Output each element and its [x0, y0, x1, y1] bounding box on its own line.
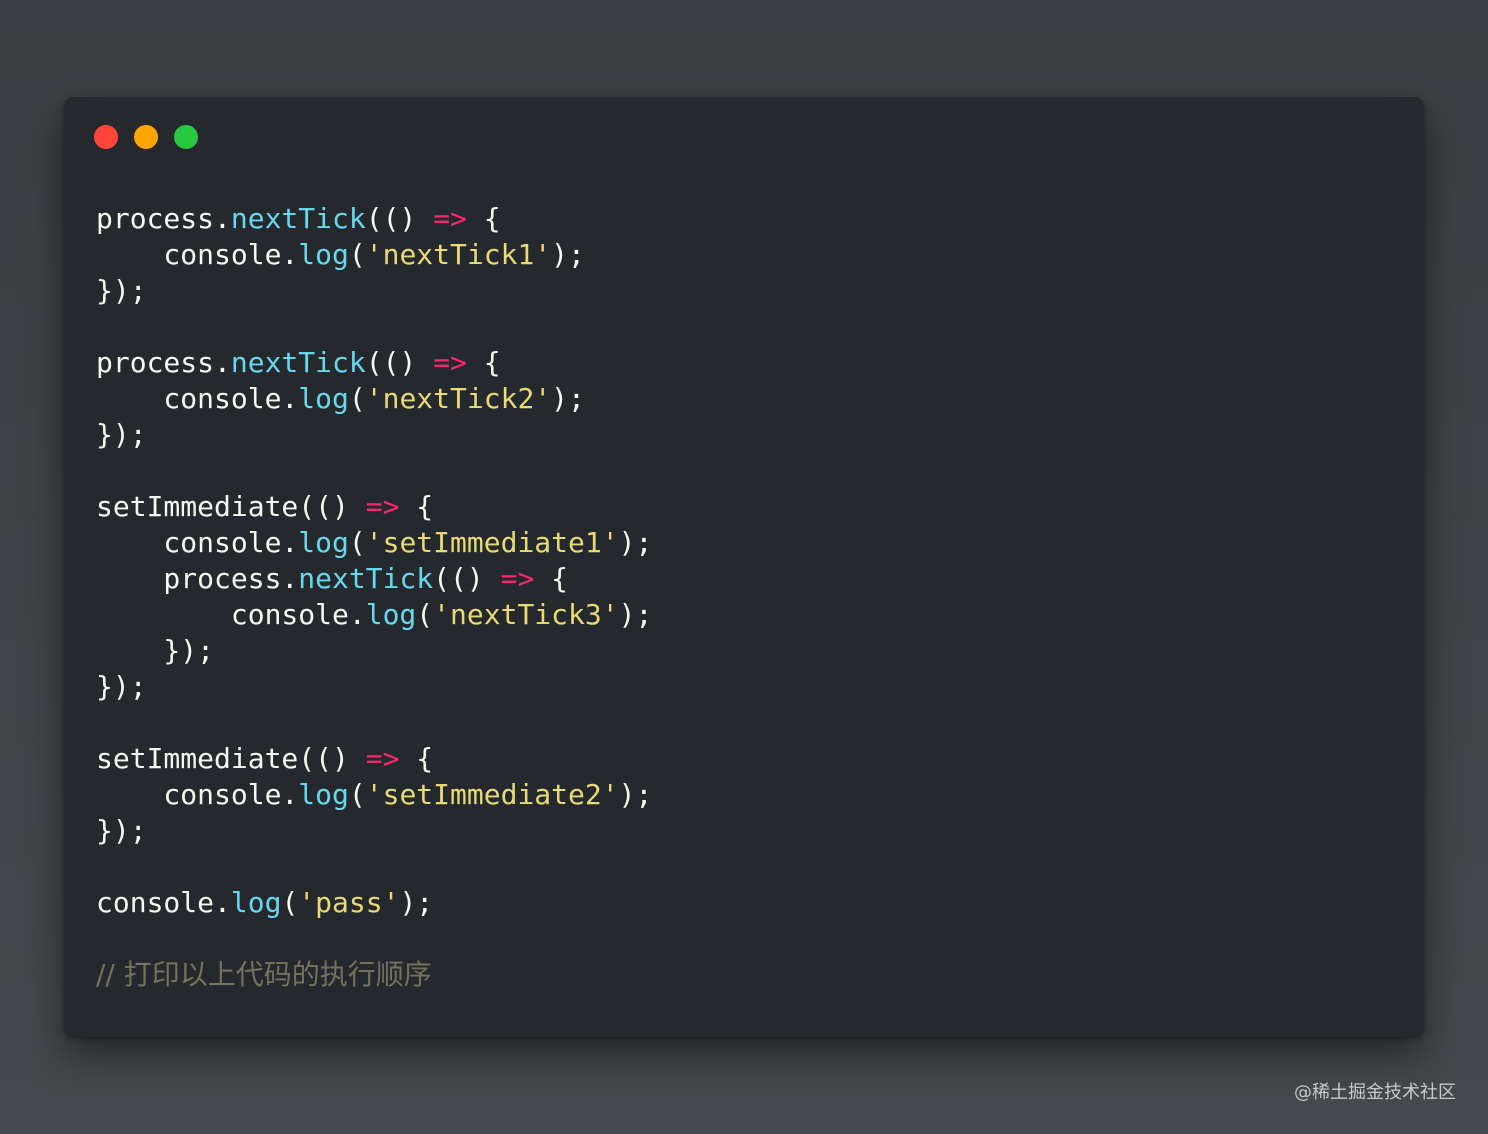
code-token-plain: }); [96, 814, 147, 847]
zoom-dot[interactable] [174, 125, 198, 149]
code-line: console.log('pass'); [96, 885, 652, 921]
code-block: process.nextTick(() => { console.log('ne… [96, 201, 652, 993]
code-token-plain: }); [96, 418, 147, 451]
code-line: process.nextTick(() => { [96, 201, 652, 237]
code-token-plain: console. [96, 526, 299, 559]
code-token-string: 'setImmediate1' [365, 526, 619, 559]
code-token-comment: // 打印以上代码的执行顺序 [96, 958, 432, 991]
code-token-string: 'nextTick3' [433, 598, 619, 631]
code-token-plain: (() [433, 562, 501, 595]
code-token-plain: console. [96, 598, 366, 631]
code-line: console.log('nextTick2'); [96, 381, 652, 417]
code-token-string: 'nextTick2' [365, 382, 552, 415]
code-token-method: log [298, 526, 349, 559]
code-line: console.log('nextTick3'); [96, 597, 652, 633]
code-token-arrow: => [433, 202, 467, 235]
code-token-plain: ( [348, 526, 366, 559]
code-token-arrow: => [365, 490, 400, 523]
code-token-plain: (() [365, 346, 434, 379]
code-line: }); [96, 813, 652, 849]
code-token-plain: ( [348, 382, 366, 415]
code-token-plain: ); [618, 526, 653, 559]
code-token-plain: ); [551, 382, 585, 415]
code-token-plain: { [534, 562, 569, 595]
code-token-plain: process. [96, 346, 231, 379]
code-token-plain: }); [96, 670, 147, 703]
code-line: setImmediate(() => { [96, 741, 652, 777]
code-token-plain: console. [96, 238, 299, 271]
code-line: // 打印以上代码的执行顺序 [96, 957, 652, 993]
code-token-plain: process. [96, 202, 231, 235]
code-token-arrow: => [500, 562, 535, 595]
code-token-method: log [365, 598, 417, 631]
code-token-plain: ); [618, 598, 653, 631]
code-token-string: 'pass' [298, 886, 400, 919]
code-token-plain: setImmediate(() [96, 490, 366, 523]
code-line: process.nextTick(() => { [96, 345, 652, 381]
code-token-plain: ); [551, 238, 585, 271]
close-dot[interactable] [94, 125, 118, 149]
code-token-method: nextTick [230, 346, 366, 379]
code-token-plain: ( [348, 778, 366, 811]
code-token-string: 'nextTick1' [365, 238, 552, 271]
code-line: }); [96, 273, 652, 309]
minimize-dot[interactable] [134, 125, 158, 149]
code-token-plain: console. [96, 778, 299, 811]
code-token-plain: console. [96, 382, 299, 415]
code-token-plain: ( [416, 598, 434, 631]
code-token-method: log [298, 778, 349, 811]
code-token-plain: { [466, 202, 501, 235]
code-token-method: nextTick [230, 202, 366, 235]
code-line: console.log('nextTick1'); [96, 237, 652, 273]
code-token-plain: process. [96, 562, 299, 595]
code-token-string: 'setImmediate2' [365, 778, 619, 811]
code-window: process.nextTick(() => { console.log('ne… [64, 97, 1424, 1037]
code-line: }); [96, 633, 652, 669]
code-token-plain: { [399, 490, 434, 523]
code-token-plain: }); [96, 634, 215, 667]
code-token-plain: (() [365, 202, 434, 235]
code-token-plain: ); [399, 886, 434, 919]
code-token-plain: ( [348, 238, 366, 271]
code-line: setImmediate(() => { [96, 489, 652, 525]
code-token-method: log [298, 238, 349, 271]
code-line: process.nextTick(() => { [96, 561, 652, 597]
code-token-plain: setImmediate(() [96, 742, 366, 775]
code-token-plain: }); [96, 274, 147, 307]
code-token-arrow: => [433, 346, 467, 379]
code-token-arrow: => [365, 742, 400, 775]
code-token-plain: ( [281, 886, 299, 919]
window-controls [94, 125, 198, 149]
watermark: @稀土掘金技术社区 [1294, 1082, 1456, 1103]
code-token-method: nextTick [298, 562, 434, 595]
code-token-method: log [298, 382, 349, 415]
code-token-plain: { [399, 742, 434, 775]
code-token-plain: ); [618, 778, 653, 811]
code-token-plain: { [466, 346, 501, 379]
code-line: console.log('setImmediate1'); [96, 525, 652, 561]
code-token-plain: console. [96, 886, 231, 919]
code-line: console.log('setImmediate2'); [96, 777, 652, 813]
code-line: }); [96, 417, 652, 453]
code-token-method: log [230, 886, 282, 919]
code-line: }); [96, 669, 652, 705]
